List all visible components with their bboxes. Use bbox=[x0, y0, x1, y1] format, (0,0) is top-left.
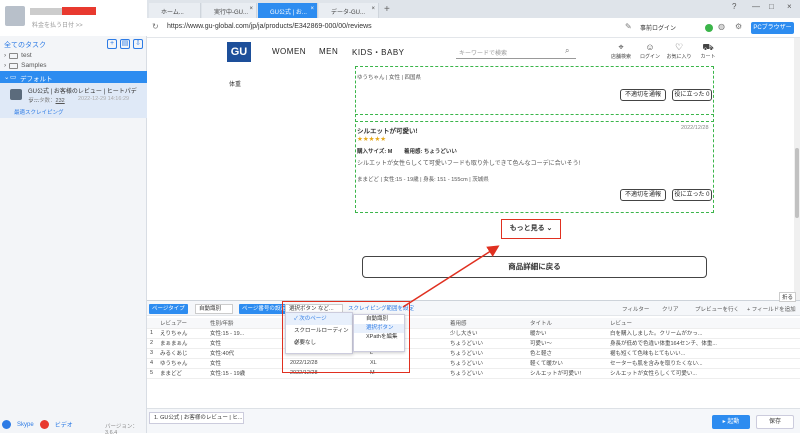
annotation-arrow bbox=[402, 245, 500, 308]
run-tab[interactable]: 1. GU公式 | お客様のレビュー | ヒ... bbox=[149, 412, 244, 424]
save-button[interactable]: 保存 bbox=[756, 415, 794, 429]
start-button[interactable]: ▸ 起動 bbox=[712, 415, 750, 429]
bottom-bar: 1. GU公式 | お客様のレビュー | ヒ... ▸ 起動 保存 bbox=[147, 408, 800, 433]
